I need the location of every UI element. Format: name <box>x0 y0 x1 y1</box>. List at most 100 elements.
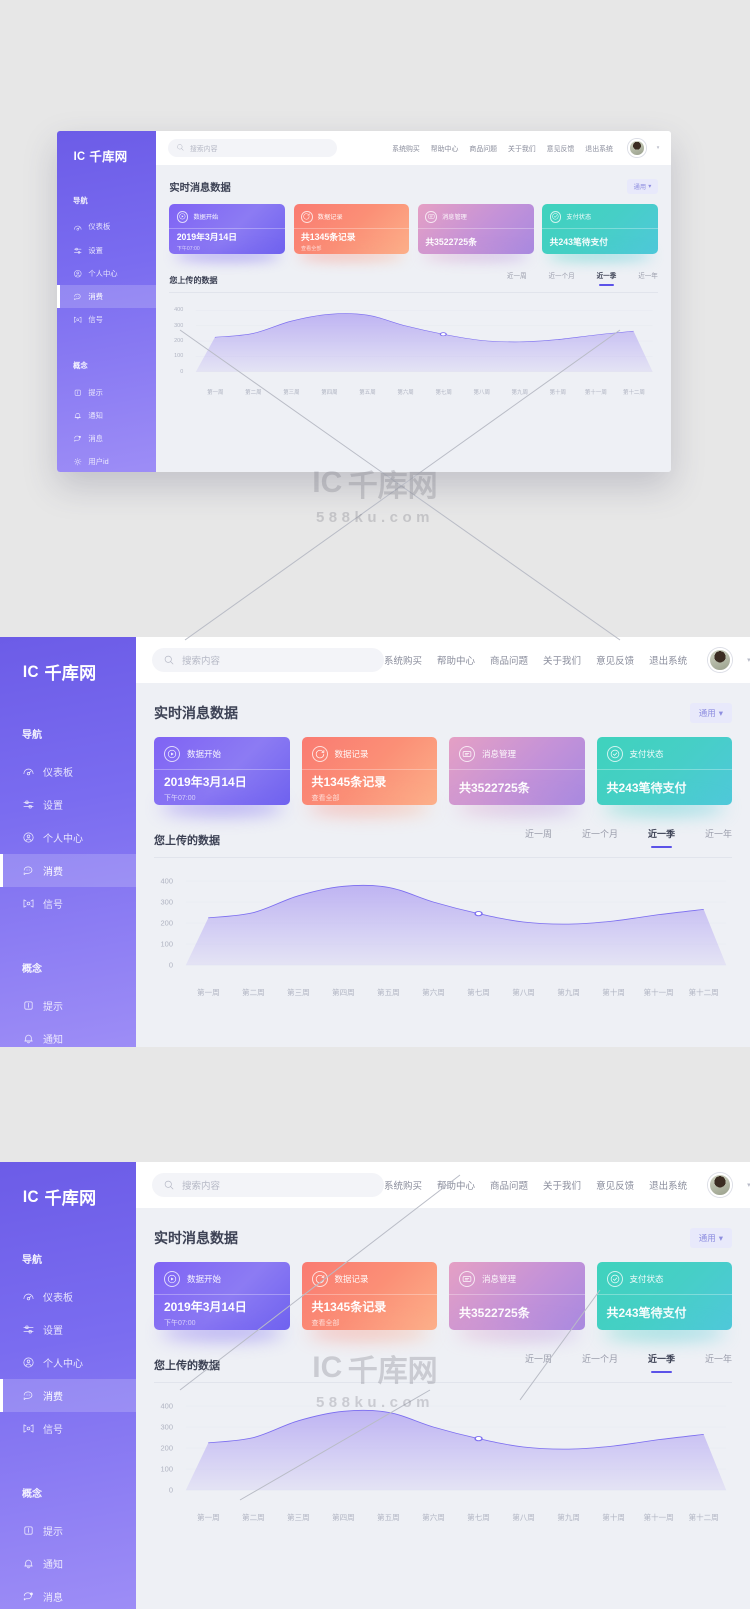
stat-card[interactable]: 消息管理 共3522725条 <box>449 737 585 805</box>
chevron-down-icon[interactable]: ▾ <box>657 145 660 151</box>
topnav-item-系统购买[interactable]: 系统购买 <box>384 653 422 667</box>
topnav-item-意见反馈[interactable]: 意见反馈 <box>596 653 634 667</box>
brand-logo[interactable]: IC 千库网 <box>0 637 136 684</box>
topnav-item-商品问题[interactable]: 商品问题 <box>490 1178 528 1192</box>
sidebar-item-消费[interactable]: 消费 <box>57 285 157 309</box>
stat-card[interactable]: 数据开始 2019年3月14日 下午07:00 <box>154 737 290 805</box>
tab-近一年[interactable]: 近一年 <box>705 1352 732 1373</box>
x-tick-label: 第四周 <box>332 988 355 997</box>
sidebar-item-仪表板[interactable]: 仪表板 <box>0 755 136 788</box>
sidebar-item-信号[interactable]: 信号 <box>0 1412 136 1445</box>
search-input[interactable]: 搜索内容 <box>152 1173 384 1197</box>
tab-近一年[interactable]: 近一年 <box>705 827 732 848</box>
x-axis-labels: 第一周 第二周 第三周 第四周 第五周 第六周 第七周 第八周 第九周 第十周 第十一周 第十二周 <box>154 984 732 1000</box>
sidebar: IC千库网导航仪表板设置个人中心消费信号概念提示通知消息用户id <box>0 637 136 1047</box>
chat-box-icon <box>459 746 475 762</box>
dashboard-icon <box>22 765 35 778</box>
stat-card[interactable]: 支付状态 共243笔待支付 <box>596 737 732 805</box>
topnav-item-退出系统[interactable]: 退出系统 <box>649 1178 687 1192</box>
sidebar-item-仪表板[interactable]: 仪表板 <box>57 216 156 239</box>
topnav-item-意见反馈[interactable]: 意见反馈 <box>547 143 575 153</box>
stat-card[interactable]: 支付状态 共243笔待支付 <box>542 204 658 255</box>
stat-card-value: 共243笔待支付 <box>606 781 687 795</box>
chat-smile-icon <box>73 292 82 301</box>
tab-近一年[interactable]: 近一年 <box>638 270 658 286</box>
card-glow <box>160 799 284 815</box>
tab-近一周[interactable]: 近一周 <box>525 1352 552 1373</box>
sidebar-item-设置[interactable]: 设置 <box>0 788 136 821</box>
filter-label: 通用 <box>698 708 716 718</box>
sidebar-item-提示[interactable]: 提示 <box>0 1514 136 1547</box>
stat-card-label: 支付状态 <box>566 214 592 222</box>
filter-button[interactable]: 通用 ▾ <box>627 179 658 195</box>
sidebar-item-通知[interactable]: 通知 <box>57 404 156 427</box>
topnav-item-关于我们[interactable]: 关于我们 <box>543 1178 581 1192</box>
sidebar-item-设置[interactable]: 设置 <box>57 239 156 262</box>
topnav-item-退出系统[interactable]: 退出系统 <box>649 653 687 667</box>
section-header: 实时消息数据 通用 ▾ <box>154 683 732 737</box>
tab-近一周[interactable]: 近一周 <box>525 827 552 848</box>
brand-logo[interactable]: IC 千库网 <box>57 131 156 165</box>
stat-card[interactable]: 数据记录 共1345条记录 查看全部 <box>301 1262 437 1330</box>
sidebar-item-消费[interactable]: 消费 <box>0 1379 136 1412</box>
sidebar-item-个人中心[interactable]: 个人中心 <box>57 262 156 285</box>
topnav-item-帮助中心[interactable]: 帮助中心 <box>437 1178 475 1192</box>
sidebar-item-设置[interactable]: 设置 <box>0 1313 136 1346</box>
chat-box-icon <box>425 210 437 223</box>
search-input[interactable]: 搜索内容 <box>152 648 384 672</box>
search-input[interactable]: 搜索内容 <box>167 139 338 157</box>
sidebar-item-仪表板[interactable]: 仪表板 <box>0 1280 136 1313</box>
topnav-item-关于我们[interactable]: 关于我们 <box>508 143 536 153</box>
sidebar-item-消息[interactable]: 消息 <box>57 427 156 450</box>
topnav-item-商品问题[interactable]: 商品问题 <box>469 143 497 153</box>
sidebar-item-用户id[interactable]: 用户id <box>57 450 156 472</box>
sidebar-item-信号[interactable]: 信号 <box>0 887 136 920</box>
sidebar-item-消费[interactable]: 消费 <box>0 854 136 887</box>
tab-近一个月[interactable]: 近一个月 <box>582 1352 618 1373</box>
tab-近一周[interactable]: 近一周 <box>507 270 527 286</box>
filter-button[interactable]: 通用 ▾ <box>689 703 732 723</box>
tab-近一个月[interactable]: 近一个月 <box>548 270 574 286</box>
avatar[interactable] <box>628 139 646 157</box>
sidebar-item-个人中心[interactable]: 个人中心 <box>0 821 136 854</box>
stat-card[interactable]: 数据记录 共1345条记录 查看全部 <box>301 737 437 805</box>
stat-card[interactable]: 数据记录 共1345条记录 查看全部 <box>293 204 410 255</box>
topnav-item-退出系统[interactable]: 退出系统 <box>585 143 613 153</box>
tab-近一季[interactable]: 近一季 <box>597 270 616 286</box>
tab-近一季[interactable]: 近一季 <box>648 1352 675 1373</box>
stat-card[interactable]: 数据开始 2019年3月14日 下午07:00 <box>154 1262 290 1330</box>
avatar[interactable] <box>708 1173 733 1197</box>
sidebar-item-提示[interactable]: 提示 <box>57 381 156 404</box>
topnav-item-系统购买[interactable]: 系统购买 <box>392 143 420 153</box>
topnav-item-帮助中心[interactable]: 帮助中心 <box>431 143 459 153</box>
tab-近一个月[interactable]: 近一个月 <box>582 827 618 848</box>
search-icon <box>163 654 175 666</box>
topnav-item-系统购买[interactable]: 系统购买 <box>384 1178 422 1192</box>
stat-card[interactable]: 消息管理 共3522725条 <box>418 204 534 255</box>
sidebar-item-label: 用户id <box>88 456 109 466</box>
chat-smile-icon <box>22 1389 35 1402</box>
sidebar-item-label: 提示 <box>43 1527 63 1538</box>
y-tick-label: 300 <box>174 322 184 329</box>
topnav-item-意见反馈[interactable]: 意见反馈 <box>596 1178 634 1192</box>
sidebar-item-提示[interactable]: 提示 <box>0 989 136 1022</box>
sidebar-item-通知[interactable]: 通知 <box>0 1547 136 1580</box>
stat-card-header: 数据开始 <box>154 1262 290 1294</box>
sidebar-item-信号[interactable]: 信号 <box>57 308 156 331</box>
stat-card[interactable]: 数据开始 2019年3月14日 下午07:00 <box>169 204 285 255</box>
x-tick-label: 第八周 <box>512 988 535 997</box>
x-tick-label: 第九周 <box>557 1513 580 1522</box>
tab-近一季[interactable]: 近一季 <box>648 827 675 848</box>
topnav-item-关于我们[interactable]: 关于我们 <box>543 653 581 667</box>
brand-logo[interactable]: IC 千库网 <box>0 1162 136 1209</box>
sidebar-item-消息[interactable]: 消息 <box>0 1580 136 1609</box>
topnav-item-帮助中心[interactable]: 帮助中心 <box>437 653 475 667</box>
filter-button[interactable]: 通用 ▾ <box>689 1228 732 1248</box>
stat-card[interactable]: 消息管理 共3522725条 <box>449 1262 585 1330</box>
topnav-item-商品问题[interactable]: 商品问题 <box>490 653 528 667</box>
avatar[interactable] <box>708 648 733 672</box>
sidebar-item-通知[interactable]: 通知 <box>0 1022 136 1047</box>
sidebar-item-个人中心[interactable]: 个人中心 <box>0 1346 136 1379</box>
stat-card[interactable]: 支付状态 共243笔待支付 <box>596 1262 732 1330</box>
stat-card-value: 共1345条记录 <box>311 774 387 789</box>
